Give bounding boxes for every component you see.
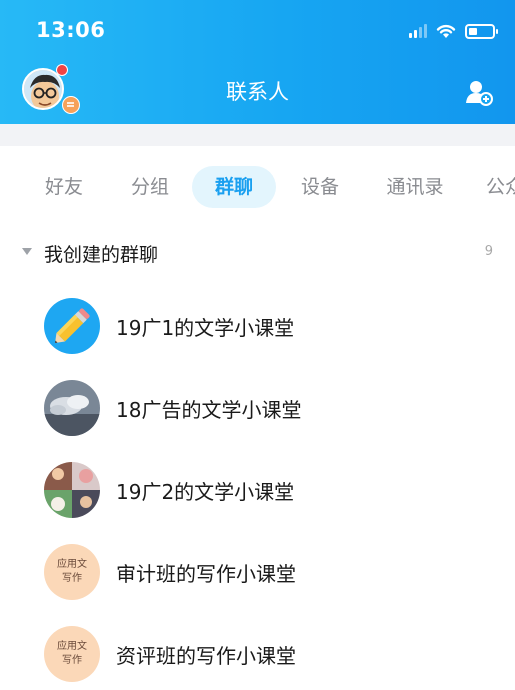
- battery-icon: [465, 23, 498, 39]
- section-header-my-groups[interactable]: 我创建的群聊 9: [0, 234, 515, 274]
- status-time: 13:06: [36, 18, 106, 42]
- page-title: 联系人: [226, 80, 289, 104]
- list-item[interactable]: 18广告的文学小课堂: [0, 368, 515, 450]
- pencil-icon: [44, 298, 100, 354]
- tab-official-accounts[interactable]: 公众号: [486, 166, 515, 208]
- notification-dot: [56, 64, 68, 76]
- top-bar: 13:06 联系人: [0, 0, 515, 124]
- list-item[interactable]: 应用文 写作 资评班的写作小课堂: [0, 614, 515, 690]
- list-item[interactable]: 19广1的文学小课堂: [0, 286, 515, 368]
- writing-text-icon: 应用文 写作: [44, 544, 100, 600]
- divider: [0, 124, 515, 146]
- list-item[interactable]: 应用文 写作 审计班的写作小课堂: [0, 532, 515, 614]
- tab-friends[interactable]: 好友: [38, 166, 90, 208]
- group-name: 18广告的文学小课堂: [116, 398, 302, 422]
- group-name: 审计班的写作小课堂: [116, 562, 296, 586]
- signal-icon: [409, 24, 427, 38]
- wifi-icon: [436, 24, 456, 38]
- list-item[interactable]: 19广2的文学小课堂: [0, 450, 515, 532]
- tab-group-chats[interactable]: 群聊: [192, 166, 276, 208]
- tab-address-book[interactable]: 通讯录: [380, 166, 450, 208]
- section-count: 9: [484, 244, 493, 259]
- group-name: 19广2的文学小课堂: [116, 480, 295, 504]
- photo-collage-icon: [44, 462, 100, 518]
- status-icons: [409, 20, 498, 42]
- tab-bar: 好友 分组 群聊 设备 通讯录 公众号: [0, 150, 515, 222]
- group-name: 资评班的写作小课堂: [116, 644, 296, 668]
- chevron-down-icon: [22, 248, 32, 255]
- tab-groups-category[interactable]: 分组: [124, 166, 176, 208]
- writing-text-icon: 应用文 写作: [44, 626, 100, 682]
- section-title: 我创建的群聊: [44, 244, 159, 266]
- cloud-photo-icon: [44, 380, 100, 436]
- tab-devices[interactable]: 设备: [294, 166, 346, 208]
- add-contact-icon[interactable]: [465, 78, 493, 106]
- group-name: 19广1的文学小课堂: [116, 316, 295, 340]
